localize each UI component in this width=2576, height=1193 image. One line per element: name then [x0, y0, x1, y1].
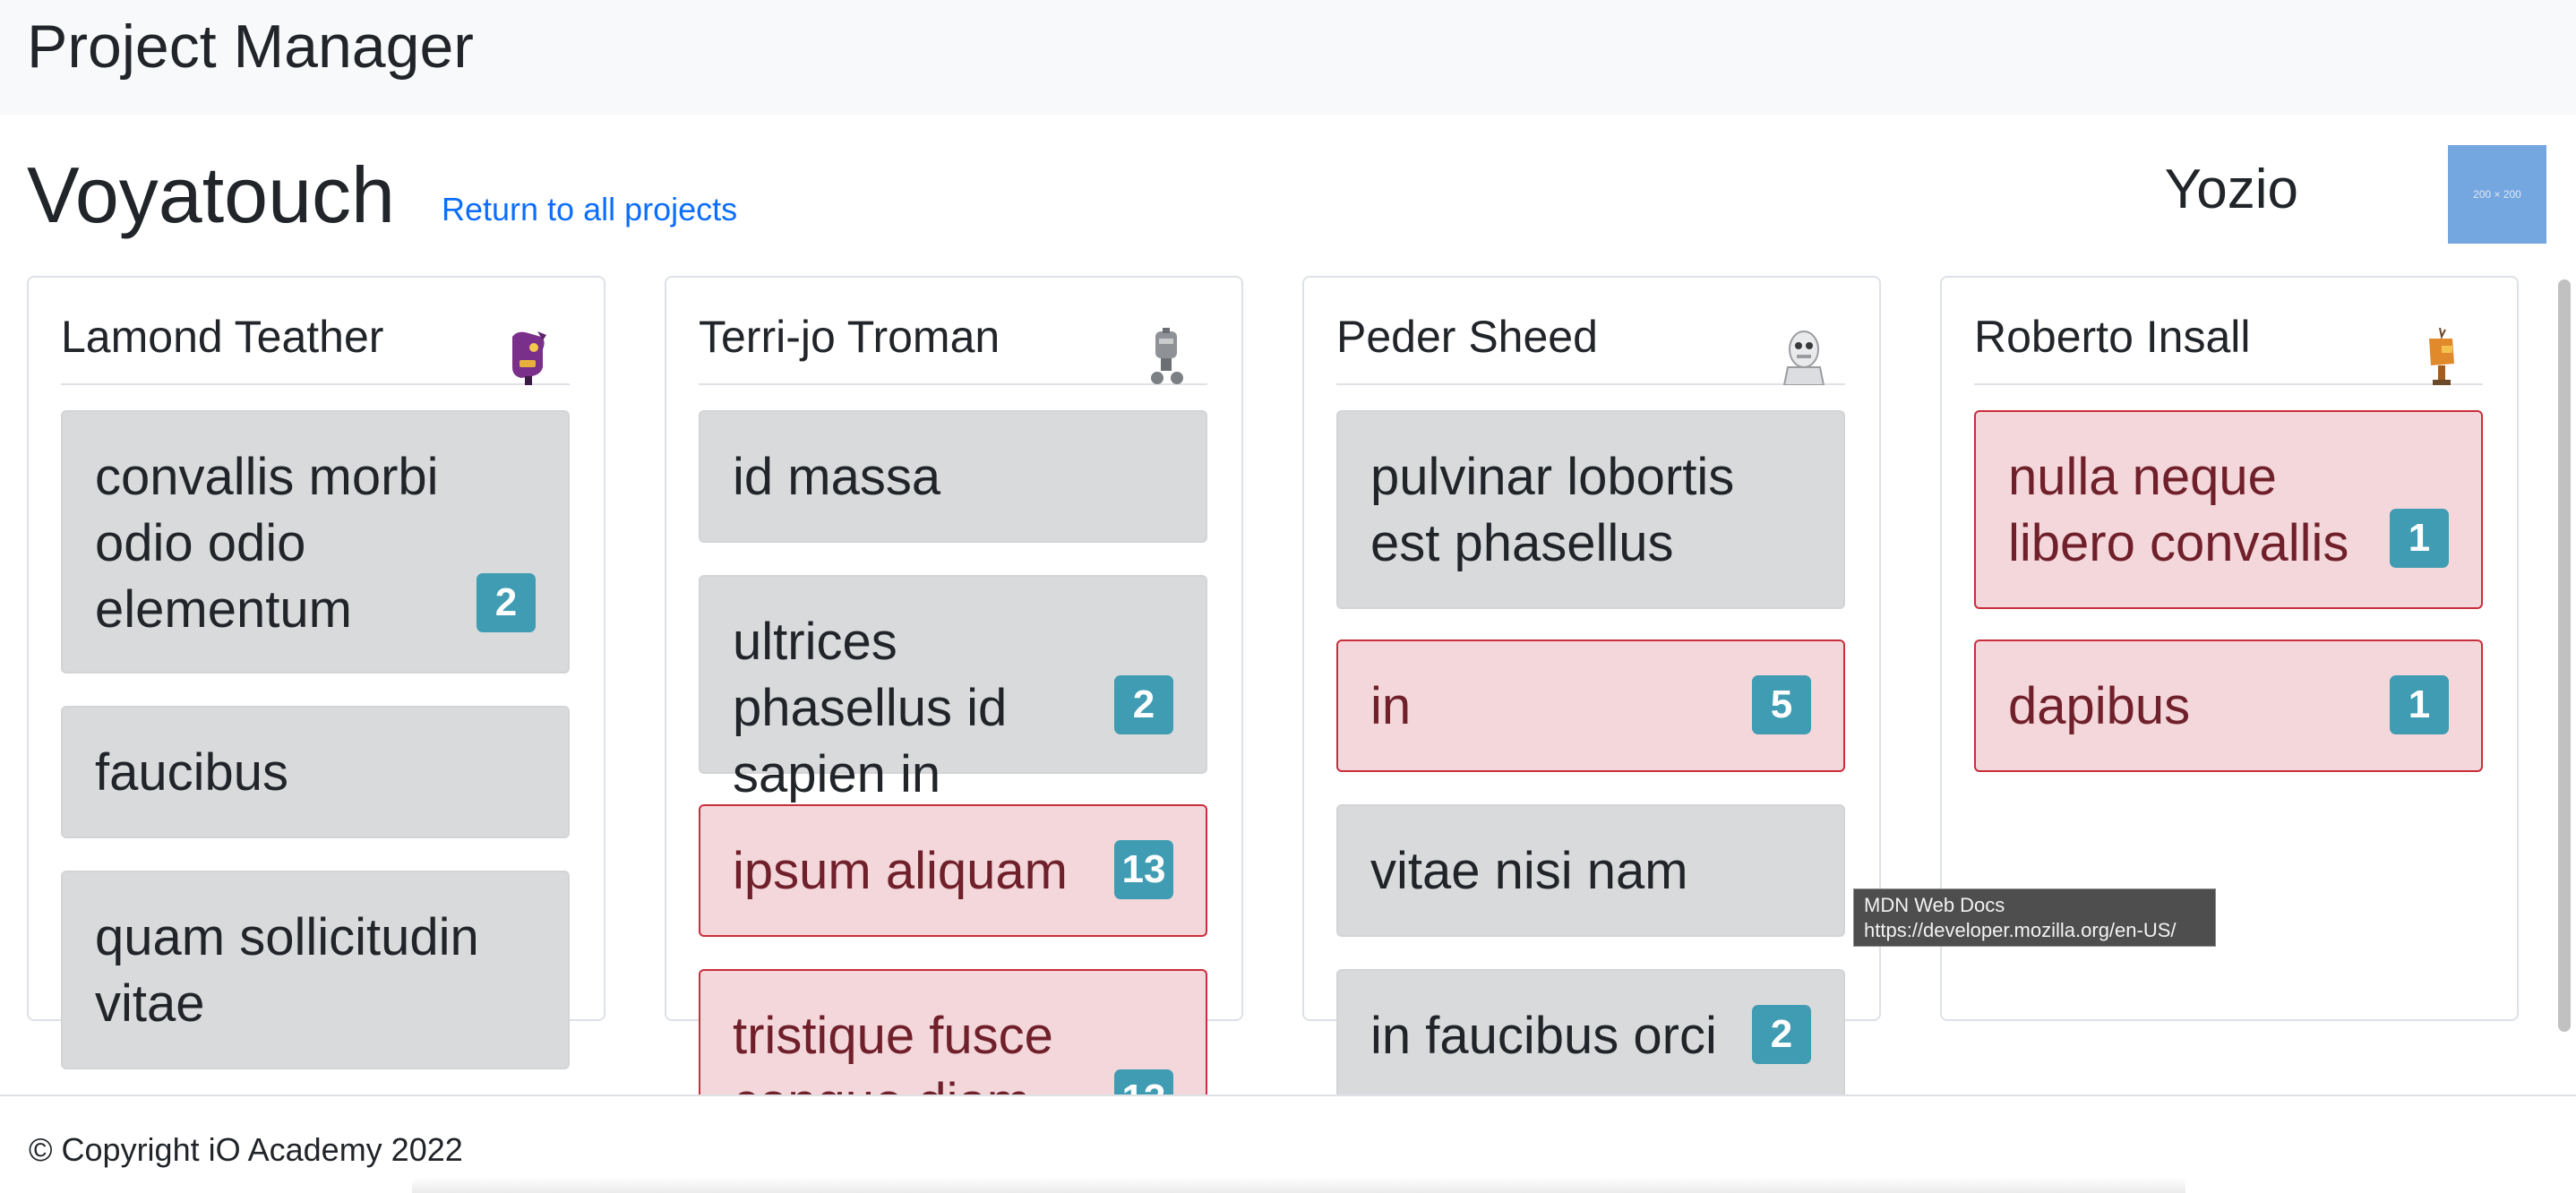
urgent-task-card[interactable]: in 5 [1336, 639, 1845, 772]
link-tooltip: MDN Web Docs https://developer.mozilla.o… [1853, 888, 2216, 947]
task-card[interactable]: convallis morbi odio odio elementum 2 [61, 410, 570, 674]
task-title: quam sollicitudin vitae [95, 908, 479, 1033]
task-title: id massa [733, 448, 941, 506]
task-title: ipsum aliquam [733, 842, 1068, 900]
task-count-badge: 2 [477, 573, 536, 632]
tooltip-url: https://developer.mozilla.org/en-US/ [1864, 919, 2177, 941]
member-column: Lamond Teather convallis morbi odio odio… [27, 276, 605, 1069]
column-header: Lamond Teather [61, 278, 570, 385]
task-count-badge: 1 [2390, 509, 2449, 568]
urgent-task-card[interactable]: ipsum aliquam 13 [699, 804, 1207, 937]
column-header: Terri-jo Troman [699, 278, 1207, 385]
vertical-scrollbar[interactable] [2553, 279, 2576, 1041]
member-name: Roberto Insall [1974, 312, 2251, 362]
return-to-projects-link[interactable]: Return to all projects [442, 190, 737, 229]
task-count-badge: 2 [1752, 1005, 1811, 1064]
column-header: Peder Sheed [1336, 278, 1845, 385]
task-card[interactable]: faucibus [61, 706, 570, 838]
navbar: Project Manager [0, 0, 2576, 115]
app-title[interactable]: Project Manager [27, 13, 474, 81]
task-title: convallis morbi odio odio elementum [95, 448, 439, 639]
urgent-task-card[interactable]: nulla neque libero convallis 1 [1974, 410, 2483, 609]
task-board: Lamond Teather convallis morbi odio odio… [0, 276, 2576, 1113]
task-card[interactable]: in faucibus orci 2 [1336, 969, 1845, 1102]
task-title: dapibus [2008, 677, 2191, 735]
white-robot-avatar-icon [1782, 330, 1825, 385]
task-title: in faucibus orci [1370, 1007, 1717, 1065]
task-count-badge: 5 [1752, 675, 1811, 734]
footer-shadow [412, 1177, 2185, 1193]
urgent-task-card[interactable]: dapibus 1 [1974, 639, 2483, 772]
member-name: Terri-jo Troman [699, 312, 1000, 362]
task-title: pulvinar lobortis est phasellus [1370, 448, 1735, 572]
task-card[interactable]: quam sollicitudin vitae [61, 871, 570, 1069]
task-title: ultrices phasellus id sapien in [733, 613, 1008, 803]
member-name: Peder Sheed [1336, 312, 1598, 362]
task-count-badge: 1 [2390, 675, 2449, 734]
task-title: in [1370, 677, 1412, 735]
page-title: Voyatouch [27, 150, 395, 239]
member-column: Terri-jo Troman id massa ultrices phasel… [665, 276, 1243, 1113]
urgent-task-card[interactable]: tristique fusce congue diam 13 [699, 969, 1207, 1113]
task-count-badge: 13 [1114, 840, 1173, 899]
scrollbar-thumb[interactable] [2558, 279, 2571, 1032]
task-card[interactable]: vitae nisi nam [1336, 804, 1845, 937]
orange-robot-avatar-icon [2429, 328, 2454, 385]
task-card[interactable]: pulvinar lobortis est phasellus [1336, 410, 1845, 609]
member-column: Peder Sheed pulvinar lobortis est phasel… [1302, 276, 1881, 1102]
task-title: nulla neque libero convallis [2008, 448, 2349, 572]
task-card[interactable]: ultrices phasellus id sapien in 2 [699, 575, 1207, 803]
avatar-placeholder-text: 200 × 200 [2473, 188, 2521, 201]
task-count-badge: 2 [1114, 675, 1173, 734]
task-card[interactable]: id massa [699, 410, 1207, 543]
task-title: vitae nisi nam [1370, 842, 1688, 900]
copyright-text: © Copyright iO Academy 2022 [29, 1131, 463, 1168]
footer: © Copyright iO Academy 2022 [0, 1096, 2576, 1193]
purple-robot-avatar-icon [512, 331, 546, 385]
column-header: Roberto Insall [1974, 278, 2483, 385]
member-name: Lamond Teather [61, 312, 384, 362]
user-name: Yozio [2164, 159, 2298, 220]
gray-robot-avatar-icon [1151, 328, 1183, 384]
user-avatar: 200 × 200 [2448, 145, 2546, 244]
task-title: faucibus [95, 743, 289, 802]
tooltip-title: MDN Web Docs [1864, 894, 2005, 916]
